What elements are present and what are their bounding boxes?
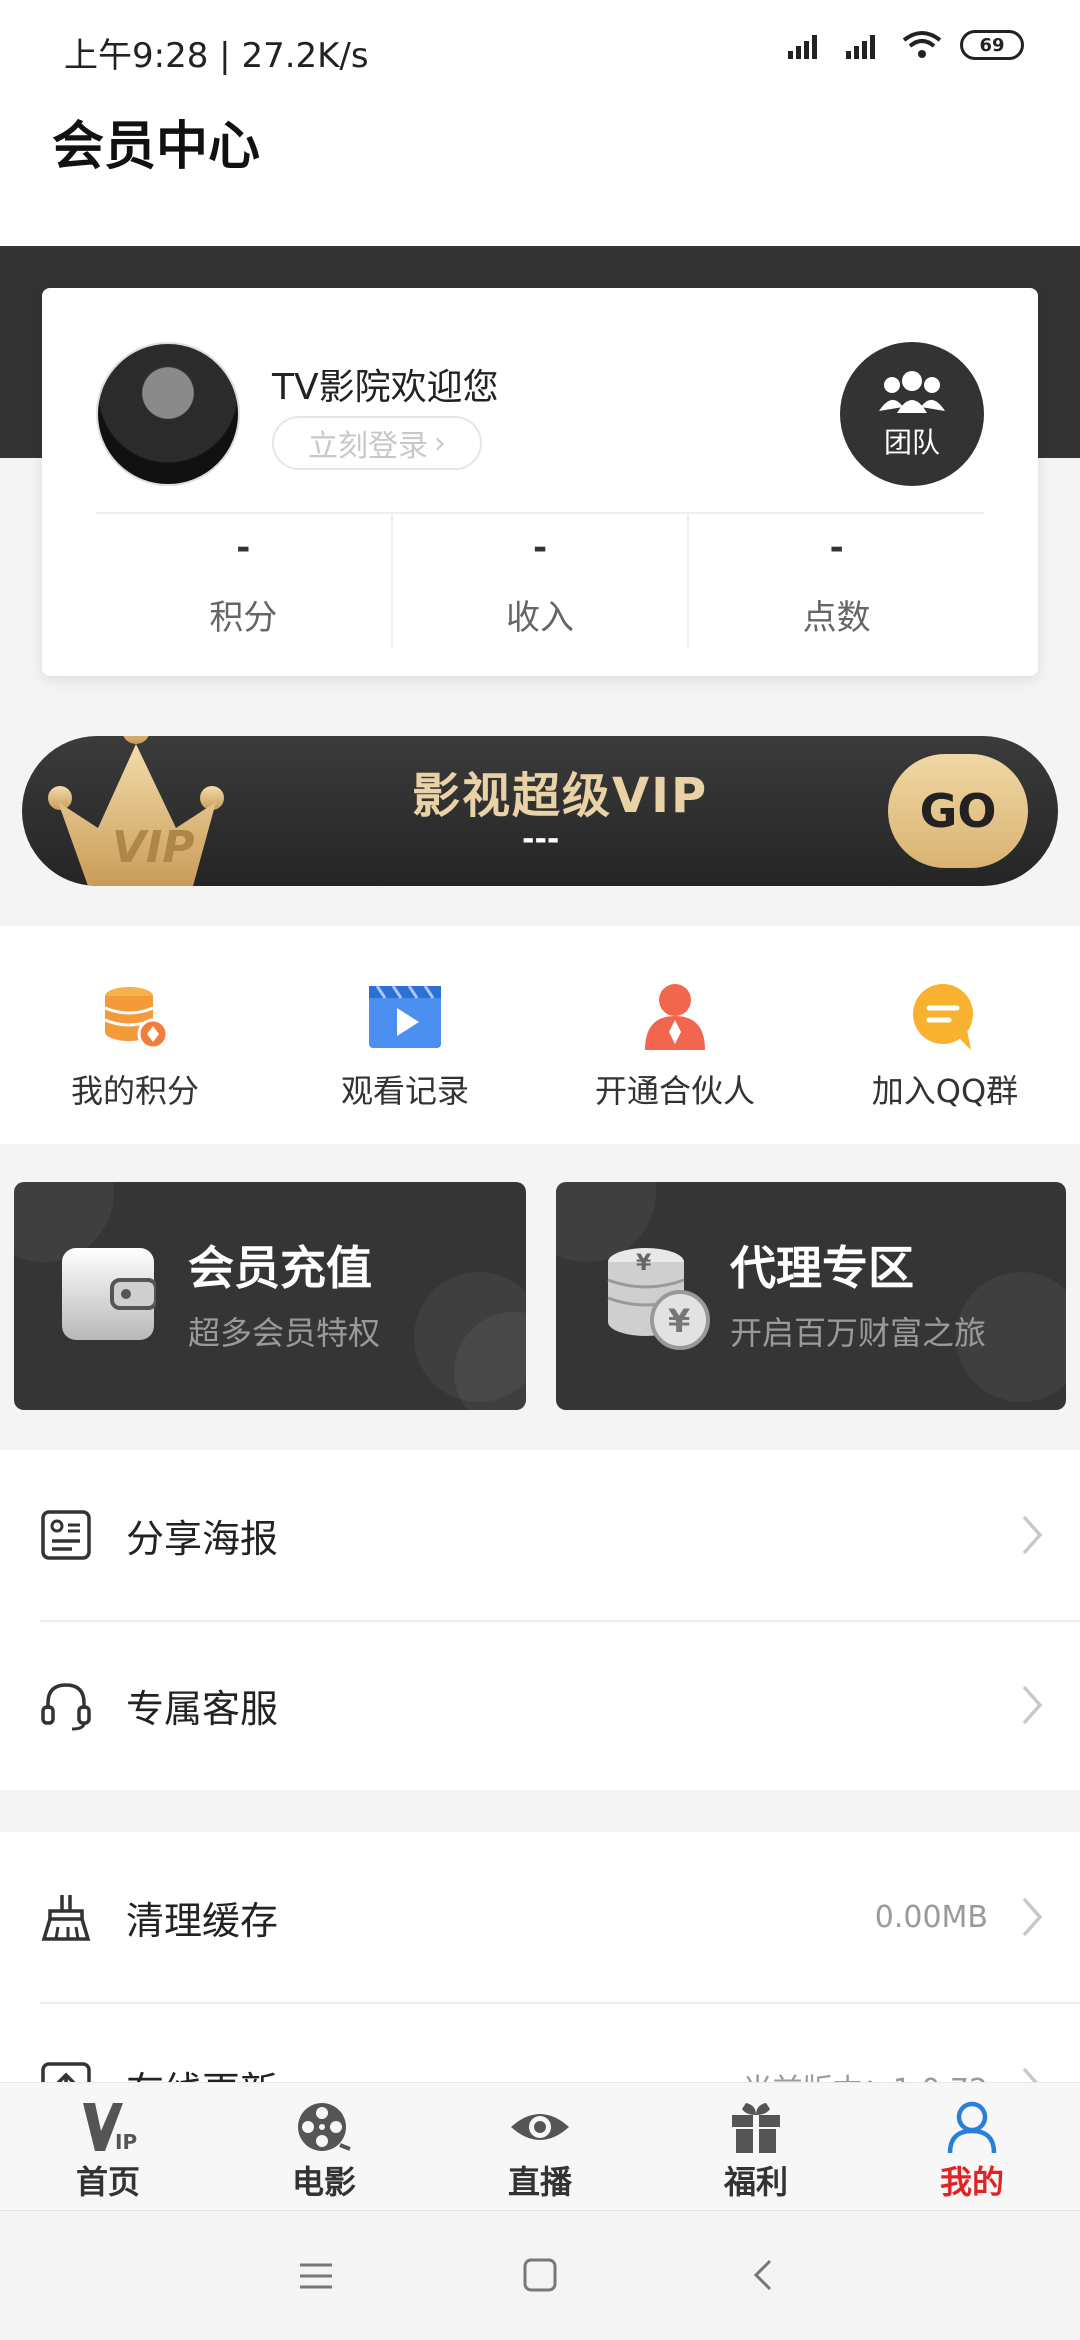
- quick-action-label: 我的积分: [70, 1072, 199, 1110]
- quick-action-label: 观看记录: [340, 1072, 469, 1110]
- quick-action-points[interactable]: 我的积分: [0, 926, 270, 1144]
- quick-action-label: 加入QQ群: [871, 1072, 1019, 1110]
- nav-label: 电影: [291, 2163, 356, 2201]
- gift-icon: [732, 2103, 780, 2153]
- yuan-coins-icon: ¥ ¥: [607, 1248, 710, 1350]
- signal-icon: [788, 35, 817, 59]
- stat-credits[interactable]: - 点数: [689, 514, 984, 648]
- nav-tab-welfare[interactable]: 福利: [648, 2083, 864, 2210]
- menu-label: 专属客服: [126, 1686, 279, 1731]
- coins-icon: [104, 987, 169, 1050]
- chat-bubble-icon: [913, 984, 973, 1050]
- status-time: 上午9:28 | 27.2K/s: [64, 36, 369, 76]
- promo-subtitle: 开启百万财富之旅: [730, 1314, 987, 1352]
- profile-card: TV影院欢迎您 立刻登录 › 团队 - 积分 - 收入 - 点数: [42, 288, 1038, 676]
- poster-icon: [41, 1510, 91, 1560]
- status-bar: 上午9:28 | 27.2K/s 69: [0, 0, 1080, 96]
- chevron-right-icon: [1022, 1685, 1043, 1725]
- home-square-icon[interactable]: [522, 2257, 558, 2293]
- stat-label: 积分: [209, 598, 278, 638]
- upload-icon: [41, 2062, 91, 2082]
- vip-subtitle: ---: [522, 822, 560, 857]
- partner-icon: [645, 984, 705, 1050]
- stat-value: -: [829, 528, 844, 568]
- menu-item-customer-service[interactable]: 专属客服: [0, 1620, 1080, 1790]
- welcome-text: TV影院欢迎您: [272, 367, 499, 408]
- chevron-right-icon: [1022, 1515, 1043, 1555]
- go-button[interactable]: GO: [888, 754, 1028, 868]
- svg-text:¥: ¥: [636, 1251, 652, 1276]
- recharge-card[interactable]: 会员充值 超多会员特权: [14, 1182, 526, 1410]
- stat-label: 收入: [506, 598, 574, 638]
- title-bar: 会员中心: [0, 96, 1080, 246]
- menu-label: 在线更新: [126, 2060, 278, 2083]
- nav-tab-live[interactable]: 直播: [432, 2083, 648, 2210]
- nav-label: 我的: [939, 2163, 1004, 2201]
- crown-text: VIP: [112, 822, 195, 873]
- promo-title: 代理专区: [730, 1241, 914, 1295]
- video-play-icon: [369, 985, 441, 1048]
- stats-row: - 积分 - 收入 - 点数: [96, 512, 984, 648]
- quick-action-qq-group[interactable]: 加入QQ群: [810, 926, 1080, 1144]
- login-label: 立刻登录: [308, 429, 428, 464]
- promo-title: 会员充值: [188, 1241, 372, 1295]
- chevron-right-icon: [1022, 1897, 1043, 1937]
- crown-icon: VIP: [48, 736, 224, 886]
- nav-tab-movies[interactable]: 电影: [216, 2083, 432, 2210]
- cache-size: 0.00MB: [874, 1899, 988, 1935]
- signal-icon: [846, 35, 875, 59]
- promo-subtitle: 超多会员特权: [188, 1314, 381, 1352]
- nav-tab-mine[interactable]: 我的: [864, 2083, 1080, 2210]
- stat-points[interactable]: - 积分: [96, 514, 393, 648]
- menu-group-2: 清理缓存 0.00MB 在线更新 当前版本：1.0.72: [0, 1832, 1080, 2082]
- headset-icon: [41, 1683, 91, 1731]
- quick-actions: 我的积分 观看记录 开通合伙人 加入QQ群: [0, 926, 1080, 1144]
- team-button[interactable]: 团队: [840, 342, 984, 486]
- quick-action-partner[interactable]: 开通合伙人: [540, 926, 810, 1144]
- svg-text:¥: ¥: [668, 1302, 690, 1340]
- eye-icon: [511, 2114, 569, 2140]
- menu-item-clear-cache[interactable]: 清理缓存 0.00MB: [0, 1832, 1080, 2002]
- back-icon[interactable]: [746, 2257, 782, 2293]
- menu-label: 清理缓存: [126, 1898, 279, 1943]
- stat-label: 点数: [802, 598, 871, 638]
- chevron-right-icon: ›: [434, 425, 446, 461]
- page-title: 会员中心: [52, 117, 261, 177]
- quick-action-label: 开通合伙人: [594, 1072, 755, 1110]
- broom-icon: [41, 1895, 91, 1941]
- vip-title: 影视超级VIP: [412, 768, 709, 824]
- stat-income[interactable]: - 收入: [393, 514, 690, 648]
- menu-group-1: 分享海报 专属客服: [0, 1450, 1080, 1790]
- team-icon: [879, 371, 945, 413]
- wifi-icon: [902, 31, 942, 58]
- current-version: 当前版本：1.0.72: [743, 2065, 988, 2082]
- status-icons: 69: [786, 30, 1024, 60]
- svg-text:IP: IP: [115, 2130, 137, 2154]
- login-button[interactable]: 立刻登录 ›: [272, 416, 482, 470]
- quick-action-history[interactable]: 观看记录: [270, 926, 540, 1144]
- nav-label: 首页: [75, 2163, 140, 2201]
- menu-icon[interactable]: [298, 2261, 334, 2291]
- film-reel-icon: [298, 2103, 351, 2151]
- promo-row: 会员充值 超多会员特权 ¥ ¥ 代理专区 开启百万财富之旅: [0, 1144, 1080, 1450]
- vip-banner[interactable]: VIP 影视超级VIP --- GO: [22, 736, 1058, 886]
- menu-label: 分享海报: [126, 1516, 279, 1561]
- battery-indicator: 69: [960, 30, 1024, 60]
- nav-tab-home[interactable]: IP 首页: [0, 2083, 216, 2210]
- stat-value: -: [236, 528, 251, 568]
- menu-item-online-update[interactable]: 在线更新 当前版本：1.0.72: [0, 2002, 1080, 2082]
- avatar[interactable]: [96, 342, 240, 486]
- user-icon: [947, 2101, 997, 2154]
- vip-home-icon: IP: [83, 2103, 137, 2154]
- system-navigation-bar: [0, 2210, 1080, 2340]
- team-label: 团队: [883, 426, 940, 459]
- nav-label: 福利: [723, 2163, 788, 2201]
- chevron-right-icon: [1022, 2067, 1038, 2082]
- menu-item-share-poster[interactable]: 分享海报: [0, 1450, 1080, 1620]
- stat-value: -: [532, 528, 548, 568]
- agent-card[interactable]: ¥ ¥ 代理专区 开启百万财富之旅: [556, 1182, 1066, 1410]
- wallet-icon: [62, 1248, 156, 1340]
- nav-label: 直播: [507, 2163, 572, 2201]
- bottom-navigation: IP 首页 电影 直播 福利 我的: [0, 2082, 1080, 2210]
